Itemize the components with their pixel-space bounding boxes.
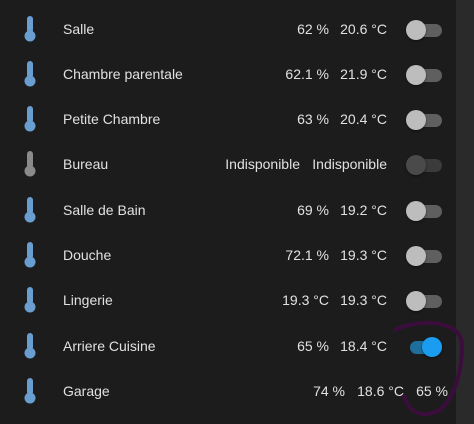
temperature-value: Indisponible: [312, 156, 387, 172]
temperature-value: 19.2 °C: [340, 202, 387, 218]
toggle-switch[interactable]: [406, 155, 442, 175]
toggle-switch[interactable]: [406, 337, 442, 357]
humidity-value: 69 %: [297, 202, 329, 218]
list-item-salle[interactable]: Salle 62 % 20.6 °C: [0, 7, 456, 52]
humidity-value: Indisponible: [225, 156, 300, 172]
toggle-switch[interactable]: [406, 291, 442, 311]
toggle-switch[interactable]: [406, 110, 442, 130]
list-item-lingerie[interactable]: Lingerie 19.3 °C 19.3 °C: [0, 278, 456, 323]
sensor-name: Douche: [63, 247, 112, 263]
sensor-name: Salle: [63, 21, 95, 37]
humidity-value: 62.1 %: [285, 66, 329, 82]
sensor-name: Petite Chambre: [63, 111, 161, 127]
thermometer-icon: [24, 151, 36, 177]
toggle-switch[interactable]: [406, 201, 442, 221]
sensor-name: Arriere Cuisine: [63, 338, 156, 354]
temperature-value: 18.6 °C: [357, 383, 404, 399]
humidity-value: 63 %: [297, 111, 329, 127]
thermometer-icon: [24, 242, 36, 268]
humidity-value: 65 %: [297, 338, 329, 354]
humidity-value: 72.1 %: [285, 247, 329, 263]
thermometer-icon: [24, 378, 36, 404]
humidity-value: 62 %: [297, 21, 329, 37]
thermometer-icon: [24, 61, 36, 87]
humidity-value: 74 %: [313, 383, 345, 399]
list-item-petite-chambre[interactable]: Petite Chambre 63 % 20.4 °C: [0, 97, 456, 142]
toggle-switch[interactable]: [406, 65, 442, 85]
sensor-name: Bureau: [63, 156, 109, 172]
temperature-value: 20.4 °C: [340, 111, 387, 127]
sensor-list-panel: Salle 62 % 20.6 °C Chambre parentale 62.…: [0, 0, 456, 424]
scroll-rail: [456, 0, 474, 424]
temperature-value: 19.3 °C: [340, 292, 387, 308]
thermometer-icon: [24, 197, 36, 223]
humidity-value: 19.3 °C: [282, 292, 329, 308]
sensor-name: Garage: [63, 383, 110, 399]
toggle-switch[interactable]: [406, 246, 442, 266]
temperature-value: 20.6 °C: [340, 21, 387, 37]
thermometer-icon: [24, 287, 36, 313]
sensor-name: Chambre parentale: [63, 66, 183, 82]
list-item-douche[interactable]: Douche 72.1 % 19.3 °C: [0, 233, 456, 278]
thermometer-icon: [24, 333, 36, 359]
sensor-name: Lingerie: [63, 292, 113, 308]
temperature-value: 18.4 °C: [340, 338, 387, 354]
list-item-garage[interactable]: Garage 74 % 18.6 °C 65 %: [0, 369, 456, 414]
toggle-switch[interactable]: [406, 20, 442, 40]
temperature-value: 19.3 °C: [340, 247, 387, 263]
list-item-arriere-cuisine[interactable]: Arriere Cuisine 65 % 18.4 °C: [0, 324, 456, 369]
list-item-bureau[interactable]: Bureau Indisponible Indisponible: [0, 142, 456, 187]
thermometer-icon: [24, 16, 36, 42]
sensor-name: Salle de Bain: [63, 202, 146, 218]
temperature-value: 21.9 °C: [340, 66, 387, 82]
list-item-salle-de-bain[interactable]: Salle de Bain 69 % 19.2 °C: [0, 188, 456, 233]
list-item-chambre-parentale[interactable]: Chambre parentale 62.1 % 21.9 °C: [0, 52, 456, 97]
thermometer-icon: [24, 106, 36, 132]
extra-value: 65 %: [416, 383, 448, 399]
